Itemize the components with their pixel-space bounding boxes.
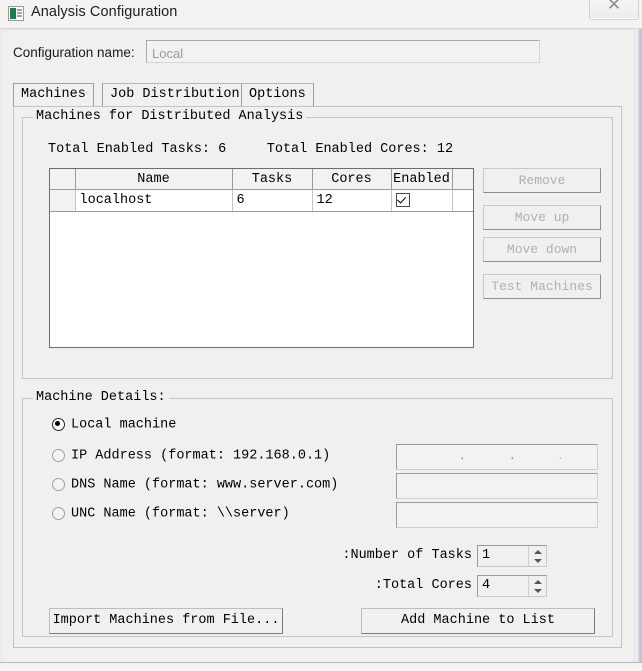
ip-dot-3: . — [557, 451, 564, 463]
cell-cores[interactable]: 12 — [312, 189, 392, 212]
radio-local-machine[interactable]: Local machine — [52, 416, 385, 438]
spinner-up-icon[interactable] — [529, 576, 546, 586]
totals-summary: Total Enabled Tasks: 6 Total Enabled Cor… — [48, 142, 454, 157]
title-bar: Analysis Configuration ✕ — [0, 0, 642, 29]
radio-dns-name-label: DNS Name (format: www.server.com) — [71, 477, 339, 493]
number-of-tasks-spinner[interactable]: 1 — [477, 545, 547, 567]
window-right-edge — [636, 29, 642, 671]
close-button[interactable]: ✕ — [589, 0, 639, 20]
total-cores-label: Total Cores: — [374, 578, 472, 593]
spinner-arrows[interactable] — [528, 546, 546, 566]
spinner-down-icon[interactable] — [529, 556, 546, 566]
dns-name-field[interactable] — [396, 473, 598, 499]
column-header-cores[interactable]: Cores — [312, 169, 392, 190]
cell-enabled[interactable] — [391, 189, 453, 212]
radio-unc-name-label: UNC Name (format: \\server) — [71, 506, 290, 522]
cell-spacer — [452, 189, 473, 212]
tab-machines[interactable]: Machines — [13, 83, 94, 107]
column-header-spacer — [452, 169, 473, 190]
analysis-config-icon — [8, 6, 24, 21]
window-bottom-edge — [0, 662, 642, 671]
radio-unc-name[interactable]: UNC Name (format: \\server) — [52, 505, 385, 527]
machine-details-legend: Machine Details: — [33, 390, 169, 405]
tab-strip: Machines Job Distribution Options — [13, 83, 622, 107]
cell-tasks[interactable]: 6 — [232, 189, 313, 212]
analysis-configuration-window: Analysis Configuration ✕ Configuration n… — [0, 0, 642, 671]
move-down-button[interactable]: Move down — [483, 237, 601, 262]
tab-options[interactable]: Options — [241, 83, 314, 107]
window-title: Analysis Configuration — [31, 4, 178, 20]
machines-group-legend: Machines for Distributed Analysis — [33, 109, 307, 124]
ip-dot-2: . — [509, 451, 516, 463]
tab-job-distribution[interactable]: Job Distribution — [102, 83, 248, 107]
radio-dns-name[interactable]: DNS Name (format: www.server.com) — [52, 476, 385, 498]
ip-separators: . . . — [397, 445, 599, 469]
radio-dot-icon — [52, 478, 65, 492]
configuration-name-label: Configuration name: — [13, 45, 135, 60]
column-header-name[interactable]: Name — [75, 169, 233, 190]
machines-table[interactable]: Name Tasks Cores Enabled localhost 6 12 — [49, 168, 474, 348]
radio-dot-icon — [52, 507, 65, 521]
move-up-button[interactable]: Move up — [483, 205, 601, 230]
ip-address-field[interactable]: . . . — [396, 444, 598, 470]
add-machine-to-list-button[interactable]: Add Machine to List — [361, 608, 595, 634]
configuration-name-input[interactable] — [146, 40, 540, 63]
radio-local-machine-label: Local machine — [71, 417, 177, 433]
number-of-tasks-value: 1 — [482, 548, 491, 563]
enabled-checkbox[interactable] — [395, 192, 410, 207]
remove-button[interactable]: Remove — [483, 168, 601, 193]
import-machines-from-file-button[interactable]: Import Machines from File... — [49, 608, 283, 634]
total-cores-value: 4 — [482, 578, 491, 593]
column-header-tasks[interactable]: Tasks — [232, 169, 313, 190]
table-row[interactable]: localhost 6 12 — [50, 189, 473, 212]
table-header-row: Name Tasks Cores Enabled — [50, 169, 473, 190]
close-icon: ✕ — [606, 0, 622, 15]
number-of-tasks-label: Number of Tasks: — [342, 548, 472, 563]
column-header-handle[interactable] — [50, 169, 76, 190]
test-machines-button[interactable]: Test Machines — [483, 274, 601, 299]
radio-ip-address-label: IP Address (format: 192.168.0.1) — [71, 448, 331, 464]
radio-dot-icon — [52, 449, 65, 463]
radio-dot-icon — [52, 418, 65, 432]
ip-dot-1: . — [459, 451, 466, 463]
spinner-up-icon[interactable] — [529, 546, 546, 556]
cell-name[interactable]: localhost — [75, 189, 233, 212]
column-header-enabled[interactable]: Enabled — [391, 169, 453, 190]
spinner-arrows[interactable] — [528, 576, 546, 596]
spinner-down-icon[interactable] — [529, 586, 546, 596]
unc-name-field[interactable] — [396, 502, 598, 528]
row-handle-cell[interactable] — [50, 189, 76, 212]
radio-ip-address[interactable]: IP Address (format: 192.168.0.1) — [52, 447, 385, 469]
total-cores-spinner[interactable]: 4 — [477, 575, 547, 597]
